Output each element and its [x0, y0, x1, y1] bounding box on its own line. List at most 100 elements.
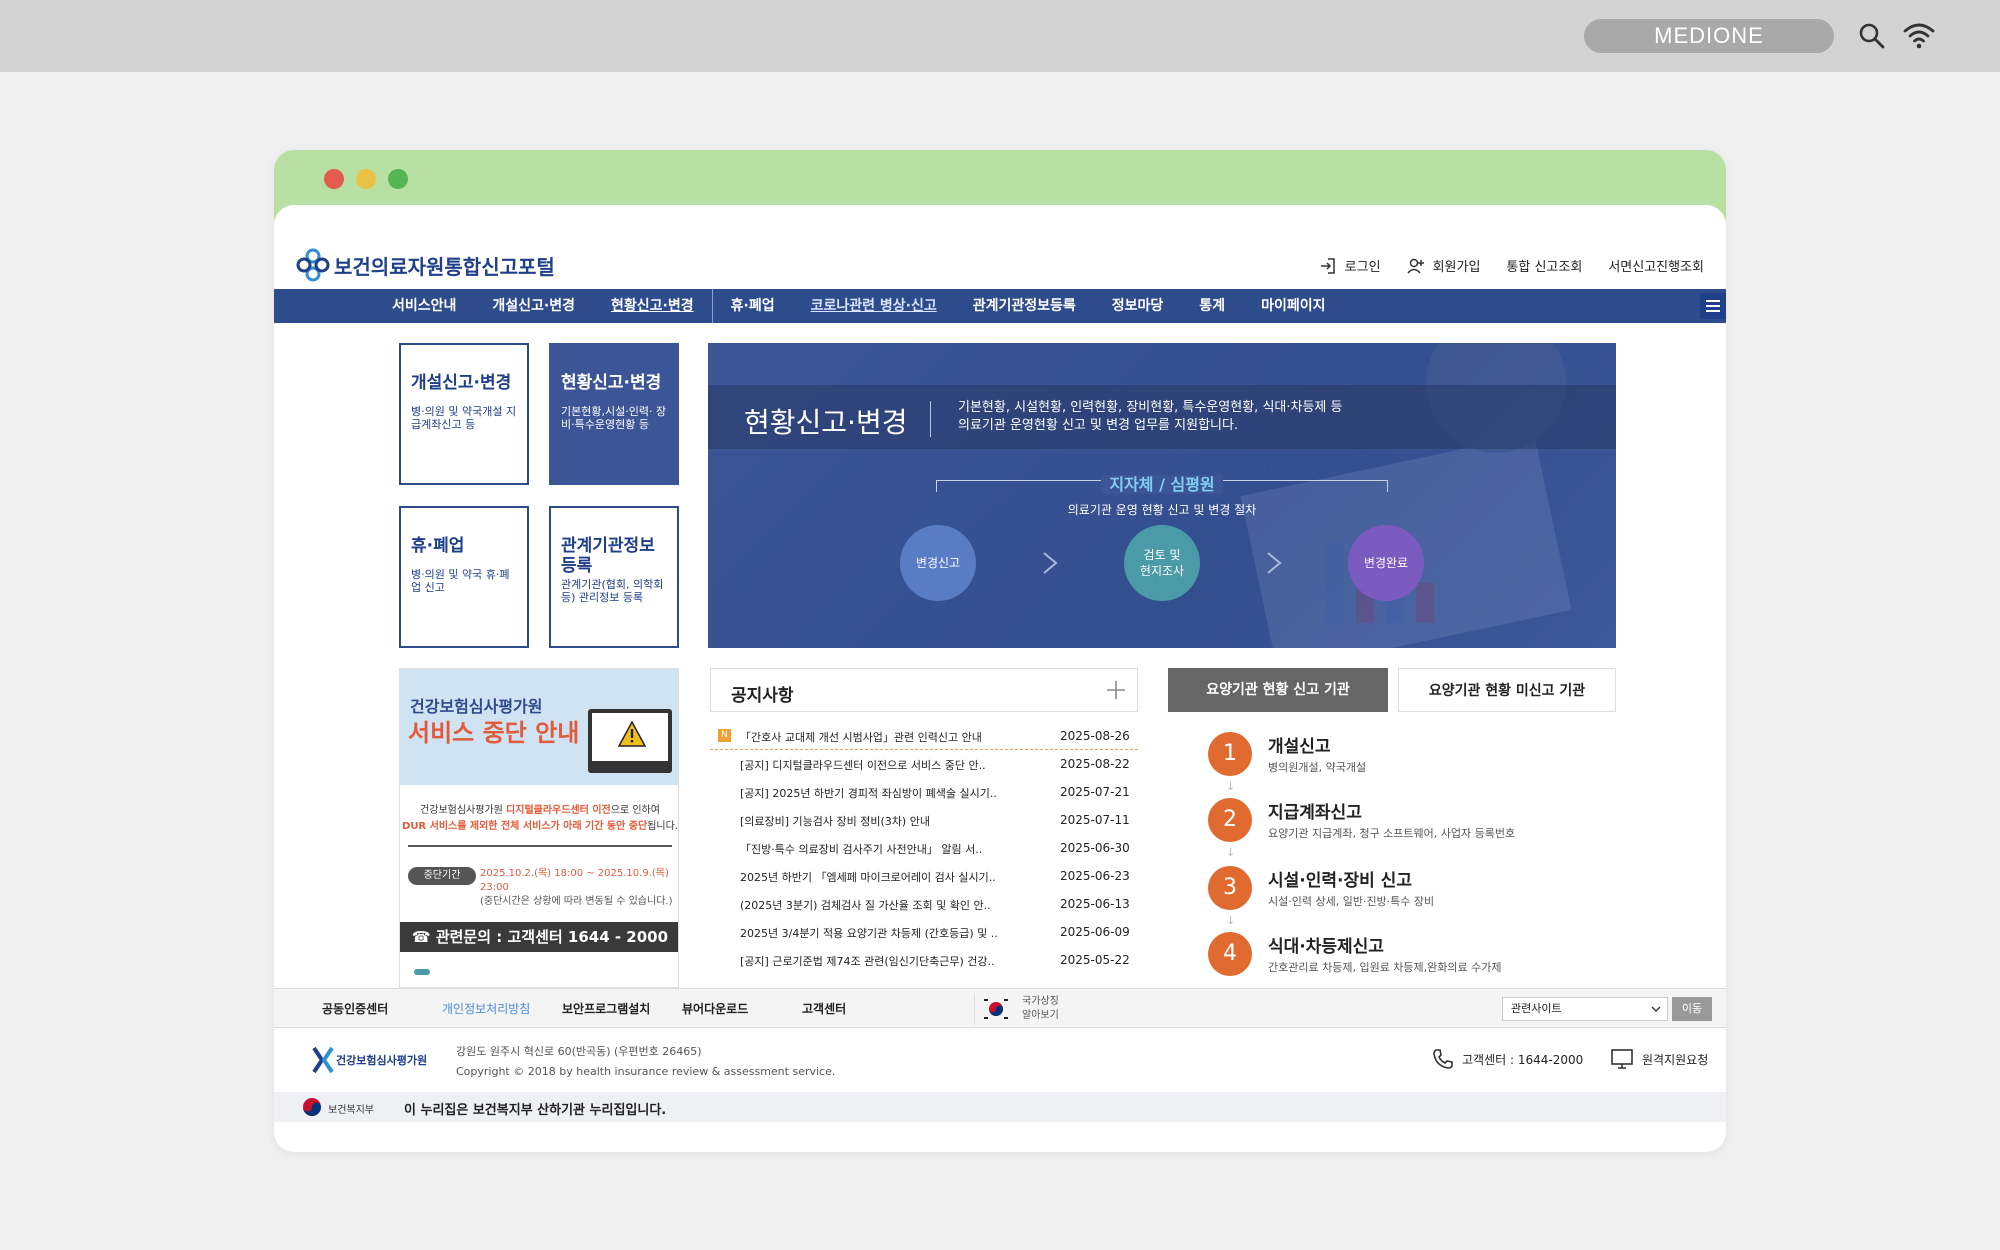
nav-item-service[interactable]: 서비스안내: [374, 289, 474, 323]
tile-agency-title: 관계기관정보 등록: [561, 536, 655, 576]
footer-link-support[interactable]: 고객센터: [802, 989, 922, 1029]
footer-info: 건강보험심사평가원 강원도 원주시 혁신로 60(반곡동) (우편번호 2646…: [274, 1028, 1726, 1092]
promo-text-d: DUR 서비스를 제외한: [402, 821, 501, 832]
top-links: 로그인 회원가입 통합 신고조회 서면신고진행조회: [1319, 256, 1704, 275]
notice-text: [의료장비] 기능검사 장비 정비(3차) 안내: [740, 815, 930, 828]
national-symbol-line2: 알아보기: [1022, 1010, 1059, 1021]
plus-icon[interactable]: [1105, 679, 1127, 701]
national-symbol-link[interactable]: [974, 993, 1014, 1025]
procedure-desc: 요양기관 지급계좌, 청구 소프트웨어, 사업자 등록번호: [1268, 827, 1516, 840]
footer-link-privacy[interactable]: 개인정보처리방침: [442, 989, 562, 1029]
footer-links-bar: 공동인증센터 개인정보처리방침 보안프로그램설치 뷰어다운로드 고객센터 국가상…: [274, 988, 1726, 1028]
notice-date: 2025-06-23: [1060, 869, 1130, 883]
tab-unreported-institutions[interactable]: 요양기관 현황 미신고 기관: [1398, 668, 1616, 712]
nav-item-opening[interactable]: 개설신고·변경: [474, 289, 593, 323]
notice-date: 2025-06-13: [1060, 897, 1130, 911]
tile-opening[interactable]: 개설신고·변경 병·의원 및 약국개설 지급계좌신고 등: [399, 343, 529, 485]
move-button[interactable]: 이동: [1672, 997, 1712, 1021]
nav-item-agency[interactable]: 관계기관정보등록: [955, 289, 1094, 323]
footer-copyright: Copyright © 2018 by health insurance rev…: [456, 1065, 836, 1078]
notice-text: [공지] 디지털클라우드센터 이전으로 서비스 중단 안..: [740, 759, 986, 772]
tile-closure[interactable]: 휴·폐업 병·의원 및 약국 휴·폐업 신고: [399, 506, 529, 648]
nav-item-closure[interactable]: 휴·폐업: [713, 289, 793, 323]
login-label: 로그인: [1344, 260, 1381, 275]
tile-agency[interactable]: 관계기관정보 등록 관계기관(협회, 의학회 등) 관리정보 등록: [549, 506, 679, 648]
procedure-item[interactable]: 1 개설신고 병의원개설, 약국개설: [1208, 732, 1588, 782]
related-sites-select[interactable]: 관련사이트: [1502, 997, 1668, 1021]
nav-item-stats[interactable]: 통계: [1181, 289, 1243, 323]
footer-link-viewer[interactable]: 뷰어다운로드: [682, 989, 802, 1029]
procedure-desc: 병의원개설, 약국개설: [1268, 761, 1367, 774]
window-close-button[interactable]: [324, 169, 344, 189]
tile-closure-title: 휴·폐업: [411, 536, 465, 556]
window-minimize-button[interactable]: [356, 169, 376, 189]
user-add-icon: [1406, 258, 1424, 274]
footer-link-certificate[interactable]: 공동인증센터: [322, 989, 442, 1029]
remote-support[interactable]: 원격지원요청: [1610, 1048, 1708, 1070]
notice-row[interactable]: 2025년 3/4분기 적용 요양기관 차등제 (간호등급) 및 .. 2025-…: [710, 918, 1138, 946]
national-symbol-text[interactable]: 국가상징 알아보기: [1022, 995, 1059, 1023]
customer-center[interactable]: 고객센터 : 1644-2000: [1432, 1048, 1583, 1070]
chevron-down-icon: [1651, 1006, 1661, 1012]
notice-row[interactable]: 2025년 하반기 「엠세페 마이크로어레이 검사 실시기.. 2025-06-2…: [710, 862, 1138, 890]
os-pill-label[interactable]: MEDIONE: [1584, 19, 1834, 53]
tile-status-desc: 기본현황,시설·인력· 장비·특수운영현황 등: [561, 405, 667, 431]
tile-status-title: 현황신고·변경: [561, 373, 662, 393]
footer-link-security[interactable]: 보안프로그램설치: [562, 989, 682, 1029]
notice-row[interactable]: [공지] 근로기준법 제74조 관련(임신기단축근무) 건강.. 2025-05-…: [710, 946, 1138, 974]
national-symbol-line1: 국가상징: [1022, 996, 1059, 1007]
procedure-item[interactable]: 3 시설·인력·장비 신고 시설·인력 상세, 일반·진방·특수 장비: [1208, 866, 1588, 916]
promo-text-b: 디지털클라우드센터 이전: [506, 805, 611, 816]
integrated-report-link[interactable]: 통합 신고조회: [1506, 256, 1582, 275]
procedure-desc: 시설·인력 상세, 일반·진방·특수 장비: [1268, 895, 1435, 908]
procedure-item[interactable]: 2 지급계좌신고 요양기관 지급계좌, 청구 소프트웨어, 사업자 등록번호: [1208, 798, 1588, 848]
portal-logo-icon[interactable]: [296, 248, 330, 282]
hero-description: 기본현황, 시설현황, 인력현황, 장비현황, 특수운영현황, 식대·차등제 등…: [958, 399, 1342, 435]
carousel-indicator[interactable]: [414, 969, 430, 975]
nav-item-status[interactable]: 현황신고·변경: [593, 289, 713, 323]
notice-list: N 「간호사 교대제 개선 시범사업」관련 인력신고 안내 2025-08-26…: [710, 722, 1138, 974]
notice-row[interactable]: [의료장비] 기능검사 장비 정비(3차) 안내 2025-07-11: [710, 806, 1138, 834]
procedure-title: 개설신고: [1268, 737, 1331, 757]
procedure-item[interactable]: 4 식대·차등제신고 간호관리료 차등제, 입원료 차등제,완화의료 수가제: [1208, 932, 1588, 982]
notice-row[interactable]: N 「간호사 교대제 개선 시범사업」관련 인력신고 안내 2025-08-26: [710, 722, 1138, 750]
step-change-report: 변경신고: [900, 525, 976, 601]
promo-text-c: 으로 인하여: [610, 805, 660, 816]
procedure-title: 시설·인력·장비 신고: [1268, 871, 1412, 891]
tile-status[interactable]: 현황신고·변경 기본현황,시설·인력· 장비·특수운영현황 등: [549, 343, 679, 485]
related-sites-label: 관련사이트: [1511, 1002, 1562, 1015]
arrow-down-icon: ↓: [1226, 914, 1236, 927]
portal-logo-text[interactable]: 보건의료자원통합신고포털: [334, 251, 555, 280]
login-link[interactable]: 로그인: [1319, 256, 1381, 275]
government-notice: 이 누리집은 보건복지부 산하기관 누리집입니다.: [404, 1103, 667, 1118]
procedure-number: 3: [1208, 866, 1252, 910]
nav-item-info[interactable]: 정보마당: [1094, 289, 1182, 323]
tab-reported-institutions[interactable]: 요양기관 현황 신고 기관: [1168, 668, 1388, 712]
notice-row[interactable]: [공지] 2025년 하반기 경피적 좌심방이 폐색술 실시기.. 2025-07…: [710, 778, 1138, 806]
search-icon[interactable]: [1858, 22, 1886, 50]
service-outage-banner[interactable]: 건강보험심사평가원 서비스 중단 안내 건강보험심사평가원 디지털클라우드센터 …: [399, 668, 679, 988]
nav-item-mypage[interactable]: 마이페이지: [1243, 289, 1343, 323]
notice-text: 「진방·특수 의료장비 검사주기 사전안내」 알림 서..: [740, 843, 983, 856]
notice-text: 「간호사 교대제 개선 시범사업」관련 인력신고 안내: [740, 731, 982, 744]
promo-text-a: 건강보험심사평가원: [420, 805, 507, 816]
hero-title: 현황신고·변경: [744, 406, 908, 439]
promo-contact: ☎ 관련문의 : 고객센터 1644 - 2000: [400, 922, 678, 952]
notice-row[interactable]: 「진방·특수 의료장비 검사주기 사전안내」 알림 서.. 2025-06-30: [710, 834, 1138, 862]
window-maximize-button[interactable]: [388, 169, 408, 189]
menu-icon[interactable]: [1700, 293, 1726, 319]
new-badge: N: [718, 729, 731, 742]
browser-window: 보건의료자원통합신고포털 로그인 회원가입 통합 신고조회 서면신고진행조회 서…: [274, 150, 1726, 1152]
korean-flag-icon: [984, 999, 1008, 1019]
notice-row[interactable]: (2025년 3분기) 검체검사 질 가산율 조회 및 확인 안.. 2025-0…: [710, 890, 1138, 918]
wifi-icon[interactable]: [1902, 20, 1936, 50]
signup-link[interactable]: 회원가입: [1406, 256, 1480, 275]
notice-date: 2025-06-30: [1060, 841, 1130, 855]
arrow-down-icon: ↓: [1226, 846, 1236, 859]
notice-row[interactable]: [공지] 디지털클라우드센터 이전으로 서비스 중단 안.. 2025-08-22: [710, 750, 1138, 778]
nav-item-covid[interactable]: 코로나관련 병상·신고: [793, 289, 955, 323]
customer-center-label: 고객센터 : 1644-2000: [1462, 1052, 1584, 1067]
step-review: 검토 및 현지조사: [1124, 525, 1200, 601]
government-bar: 보건복지부 이 누리집은 보건복지부 산하기관 누리집입니다.: [274, 1092, 1726, 1122]
written-report-link[interactable]: 서면신고진행조회: [1608, 256, 1704, 275]
